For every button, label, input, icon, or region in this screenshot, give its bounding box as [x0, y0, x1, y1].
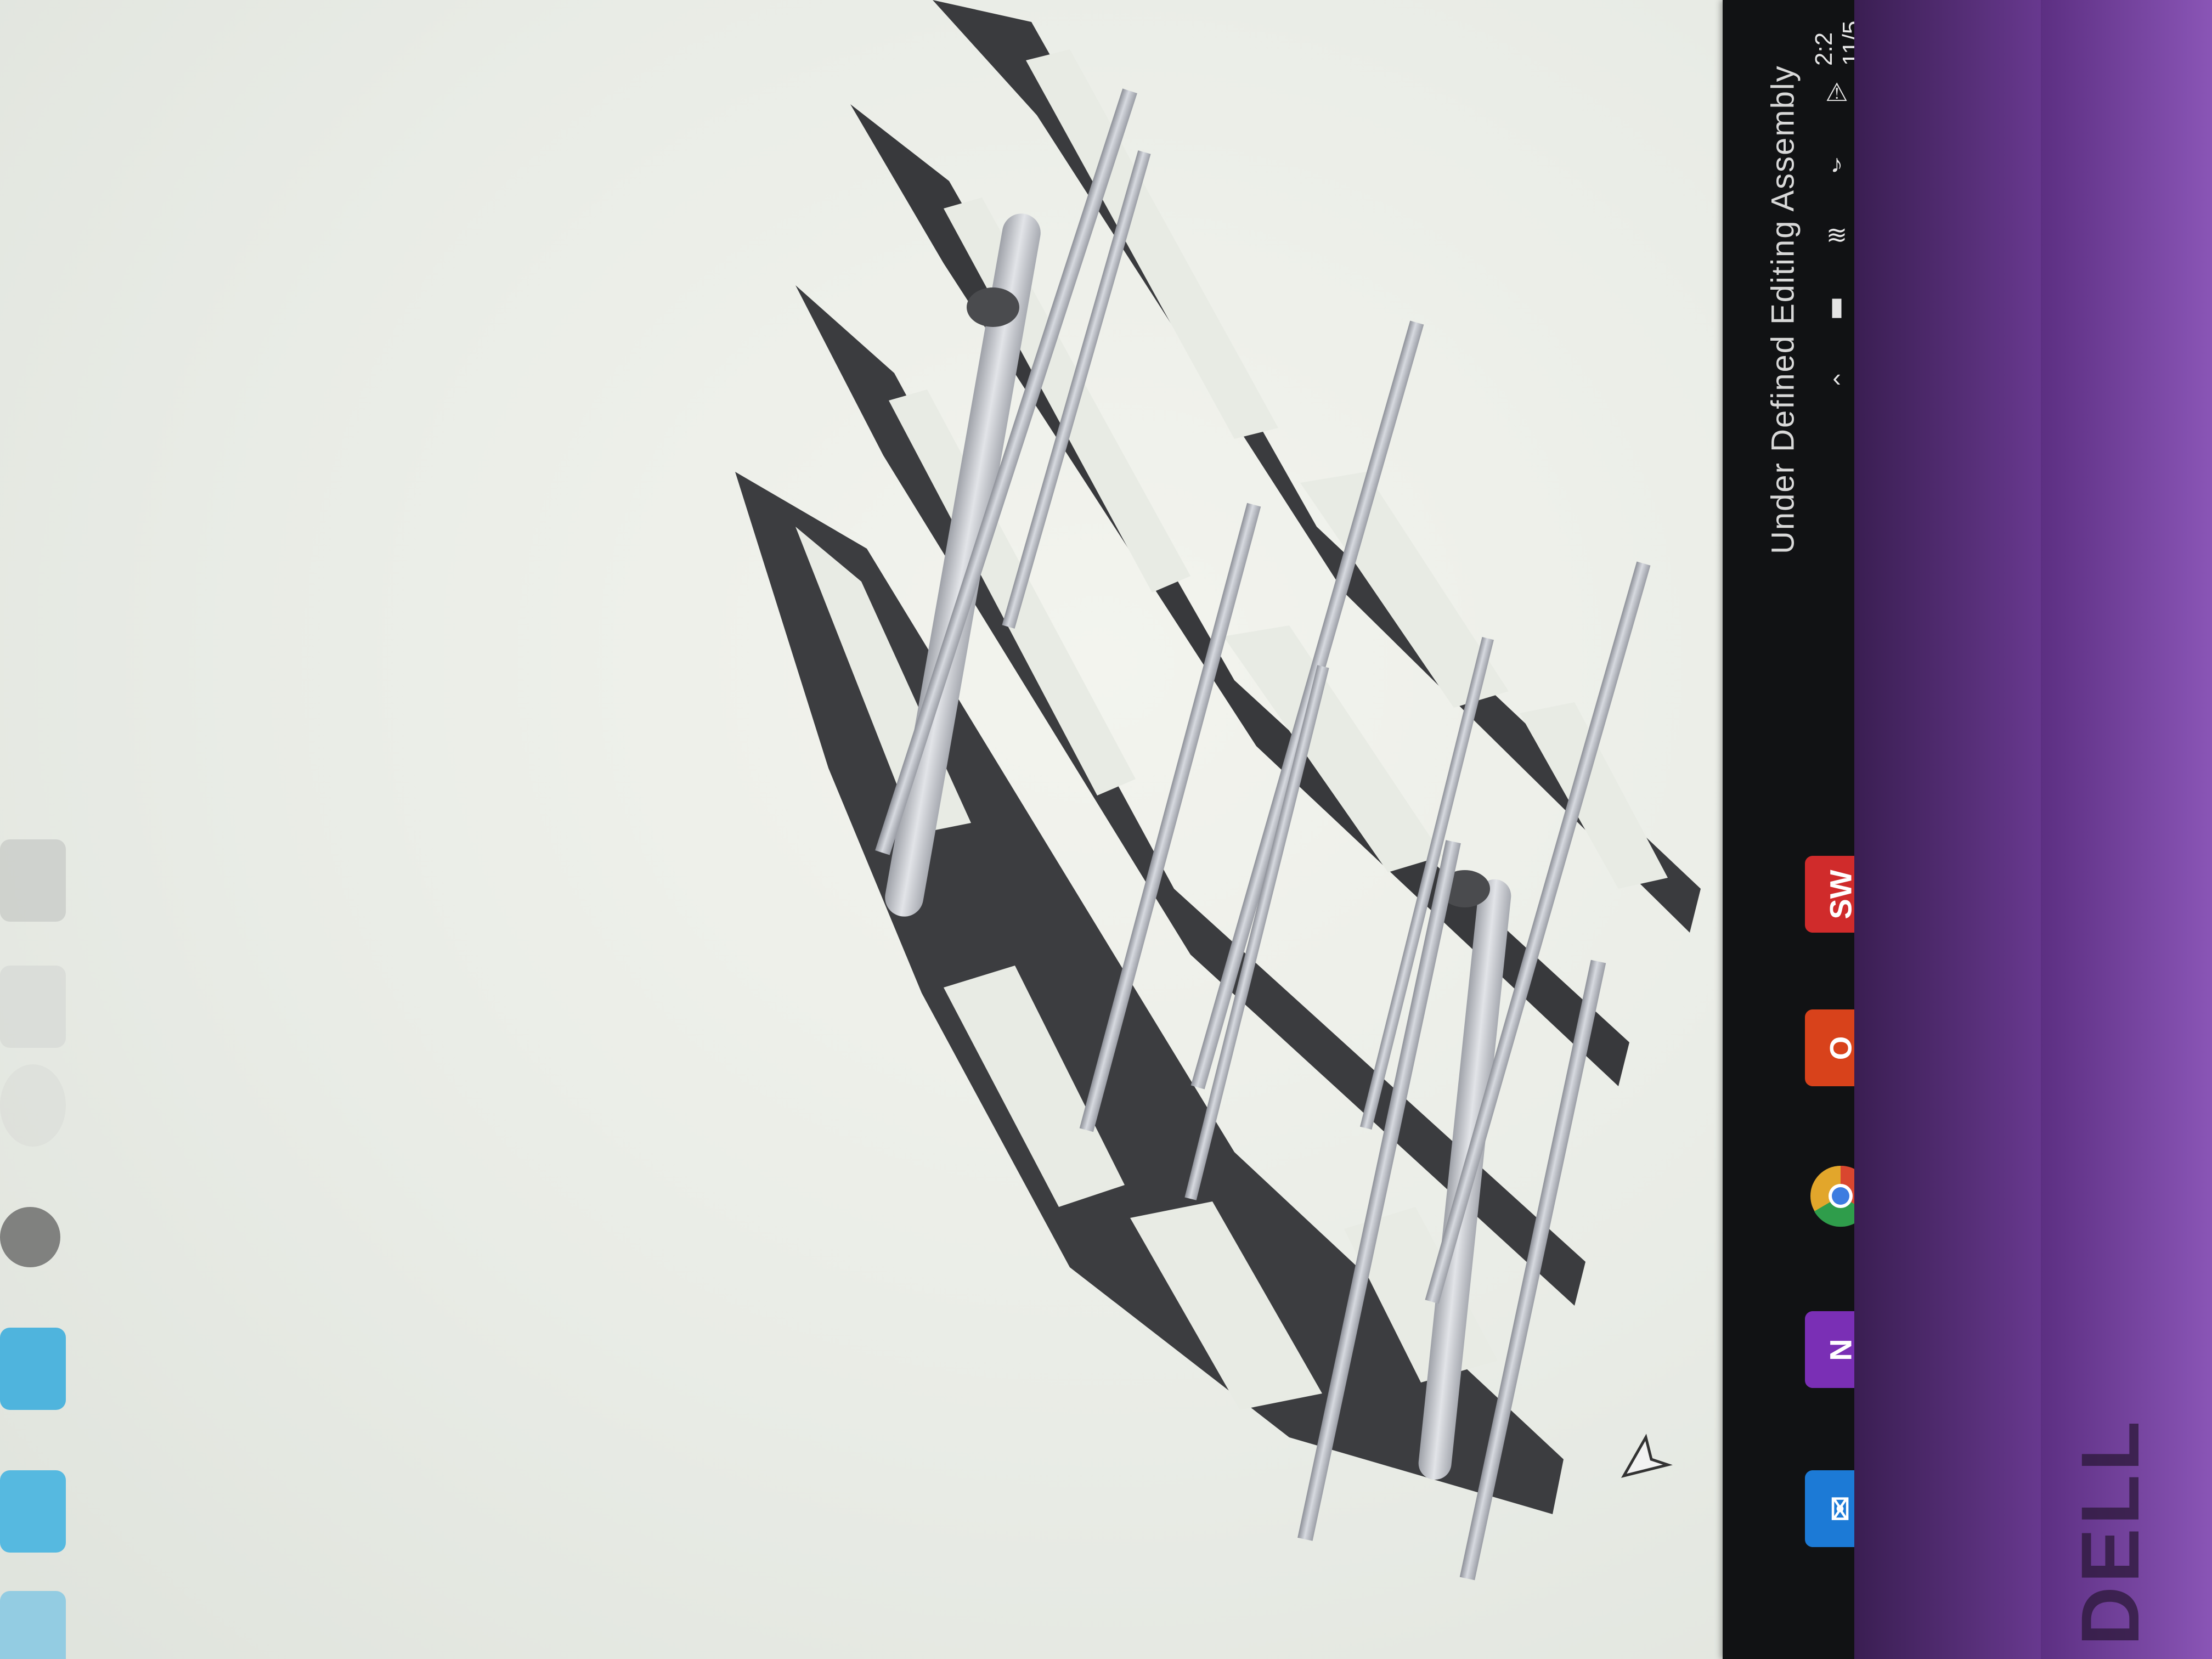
wing-assembly-model[interactable]	[686, 0, 1728, 1618]
cube-icon[interactable]	[0, 1328, 66, 1410]
mesh-icon[interactable]	[0, 966, 66, 1048]
brand-logo: DELL	[2064, 1418, 2156, 1646]
mouse-pointer-icon	[1621, 1434, 1673, 1478]
laptop-hinge	[2041, 0, 2212, 1659]
solidworks-icon: SW	[1823, 869, 1858, 919]
status-bar-text: Under Defined Editing Assembly	[1765, 65, 1801, 554]
mate-icon[interactable]	[0, 1207, 60, 1267]
mail-icon: ✉	[1822, 1496, 1858, 1522]
warning-icon[interactable]: ⚠	[1821, 77, 1852, 108]
box-icon[interactable]	[0, 1470, 66, 1553]
battery-icon[interactable]: ▮	[1821, 291, 1852, 321]
office-icon: O	[1823, 1036, 1858, 1060]
axis-icon[interactable]	[0, 1591, 66, 1659]
wifi-icon[interactable]: ≋	[1821, 219, 1852, 250]
onenote-icon: N	[1823, 1338, 1858, 1361]
sphere-icon[interactable]	[0, 1064, 66, 1147]
volume-icon[interactable]: ♪	[1821, 148, 1852, 179]
chevron-up-icon[interactable]: ‹	[1821, 362, 1852, 393]
cad-viewport[interactable]	[0, 0, 1832, 1659]
fixture-icon[interactable]	[0, 839, 66, 922]
feature-toolbar	[0, 779, 77, 1659]
